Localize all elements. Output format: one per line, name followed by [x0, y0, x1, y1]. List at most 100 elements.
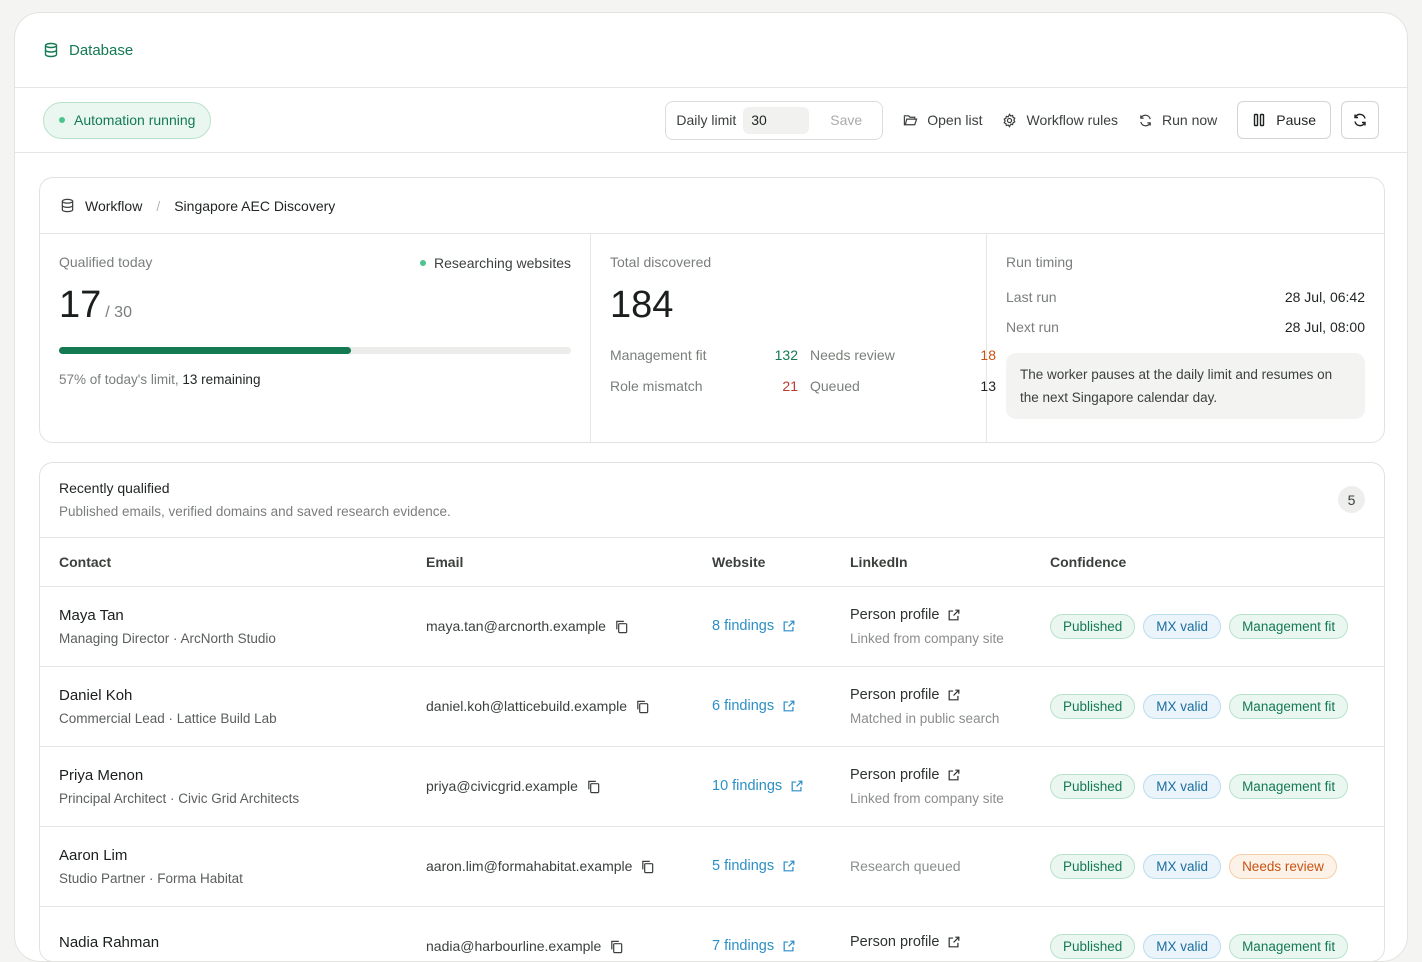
- website-findings-link[interactable]: 6 findings: [712, 698, 831, 714]
- qualified-count: 17: [59, 284, 102, 326]
- refresh-button[interactable]: [1341, 101, 1379, 139]
- app-window: Database Automation running Daily limit …: [14, 12, 1408, 962]
- contact-name: Aaron Lim: [59, 846, 128, 864]
- contact-email: aaron.lim@formahabitat.example: [426, 858, 633, 874]
- linkedin-profile-label: Person profile: [850, 766, 940, 783]
- linkedin-profile-label: Person profile: [850, 686, 940, 703]
- copy-icon[interactable]: [640, 859, 655, 874]
- qualified-progress-bar: [59, 347, 571, 354]
- contact-name: Priya Menon: [59, 766, 144, 784]
- email-cell: daniel.koh@latticebuild.example: [407, 666, 693, 747]
- copy-icon[interactable]: [614, 619, 629, 634]
- automation-status-badge: Automation running: [43, 101, 212, 139]
- website-findings-link[interactable]: 10 findings: [712, 778, 831, 794]
- linkedin-cell: Person profile Linked from company site: [831, 746, 1031, 827]
- workflow-rules-button[interactable]: Workflow rules: [1002, 112, 1118, 128]
- table-row[interactable]: Maya Tan Managing Director · ArcNorth Stu…: [40, 586, 1384, 667]
- table-row[interactable]: Priya Menon Principal Architect · Civic G…: [40, 746, 1384, 827]
- daily-limit-control: Daily limit Save: [665, 100, 884, 140]
- linkedin-profile-label: Person profile: [850, 606, 940, 623]
- workflow-icon: [60, 198, 75, 213]
- confidence-cell: Published MX valid Needs review: [1031, 826, 1384, 907]
- website-cell: 7 findings: [693, 906, 831, 961]
- pause-icon: [1252, 113, 1266, 127]
- pause-button[interactable]: Pause: [1237, 101, 1331, 139]
- database-icon: [43, 42, 59, 58]
- open-list-button[interactable]: Open list: [903, 112, 982, 128]
- role-mismatch-count: 21: [782, 378, 798, 394]
- contact-name: Daniel Koh: [59, 686, 133, 704]
- linkedin-status: Research queued: [850, 858, 961, 874]
- stats-row: Qualified today Researching websites 17/…: [40, 234, 1384, 442]
- confidence-badge: Management fit: [1229, 693, 1349, 719]
- confidence-cell: Published MX valid Management fit: [1031, 666, 1384, 747]
- confidence-badge: MX valid: [1143, 693, 1222, 719]
- table-row[interactable]: Nadia Rahman nadia@harbourline.example 7 f…: [40, 906, 1384, 961]
- linkedin-profile-link[interactable]: Person profile: [850, 607, 1031, 623]
- run-timing-label: Run timing: [1006, 254, 1073, 270]
- total-discovered-panel: Total discovered 184 Management fit 132 …: [591, 234, 996, 442]
- contact-role: Commercial Lead · Lattice Build Lab: [59, 710, 277, 726]
- breadcrumb-workflow[interactable]: Workflow: [85, 198, 142, 214]
- run-timing-panel: Run timing Last run 28 Jul, 06:42 Next r…: [987, 234, 1384, 442]
- contact-cell: Priya Menon Principal Architect · Civic G…: [40, 746, 407, 827]
- column-email: Email: [407, 538, 693, 587]
- contacts-table: Contact Email Website LinkedIn Confidenc…: [40, 538, 1384, 961]
- external-link-icon: [782, 859, 796, 873]
- qualified-limit: / 30: [105, 304, 132, 321]
- website-cell: 6 findings: [693, 666, 831, 747]
- linkedin-profile-link[interactable]: Person profile: [850, 687, 1031, 703]
- folder-icon: [903, 113, 918, 128]
- daily-limit-label: Daily limit: [676, 112, 737, 128]
- run-now-button[interactable]: Run now: [1138, 112, 1217, 128]
- website-findings-label: 8 findings: [712, 618, 775, 634]
- status-dot-icon: [420, 260, 427, 266]
- recently-qualified-card: Recently qualified Published emails, ver…: [39, 462, 1385, 961]
- confidence-badge: Management fit: [1229, 773, 1349, 799]
- confidence-badge: Published: [1050, 693, 1136, 719]
- database-nav[interactable]: Database: [43, 42, 133, 59]
- linkedin-profile-link[interactable]: Person profile: [850, 767, 1031, 783]
- daily-limit-input[interactable]: [743, 106, 810, 134]
- copy-icon[interactable]: [635, 699, 650, 714]
- table-row[interactable]: Daniel Koh Commercial Lead · Lattice Buil…: [40, 666, 1384, 747]
- last-run-row: Last run 28 Jul, 06:42: [1006, 289, 1365, 305]
- copy-icon[interactable]: [609, 939, 624, 954]
- contact-email: nadia@harbourline.example: [426, 938, 602, 954]
- management-fit-count: 132: [774, 347, 798, 363]
- qualified-summary-percent: 57% of today's limit,: [59, 372, 179, 387]
- website-findings-link[interactable]: 8 findings: [712, 618, 831, 634]
- website-findings-label: 10 findings: [712, 778, 783, 794]
- researching-status: Researching websites: [420, 255, 571, 271]
- linkedin-profile-link[interactable]: Person profile: [850, 934, 1031, 950]
- status-dot-icon: [59, 117, 65, 123]
- contact-role: Principal Architect · Civic Grid Archite…: [59, 790, 300, 806]
- contact-name: Nadia Rahman: [59, 934, 160, 951]
- pause-label: Pause: [1276, 112, 1316, 128]
- table-row[interactable]: Aaron Lim Studio Partner · Forma Habitat a…: [40, 826, 1384, 907]
- email-cell: aaron.lim@formahabitat.example: [407, 826, 693, 907]
- contact-cell: Nadia Rahman: [40, 906, 407, 961]
- confidence-badge: MX valid: [1143, 853, 1222, 879]
- website-findings-link[interactable]: 7 findings: [712, 938, 831, 954]
- website-findings-label: 6 findings: [712, 698, 775, 714]
- confidence-badge: Management fit: [1229, 933, 1349, 959]
- breadcrumb-separator: /: [156, 197, 161, 214]
- total-discovered-count: 184: [610, 284, 674, 326]
- website-findings-link[interactable]: 5 findings: [712, 858, 831, 874]
- copy-icon[interactable]: [586, 779, 601, 794]
- total-discovered-label: Total discovered: [610, 254, 712, 270]
- next-run-row: Next run 28 Jul, 08:00: [1006, 319, 1365, 335]
- confidence-badge: Needs review: [1229, 853, 1337, 879]
- contact-email: maya.tan@arcnorth.example: [426, 618, 606, 634]
- last-run-value: 28 Jul, 06:42: [1284, 289, 1365, 305]
- next-run-value: 28 Jul, 08:00: [1284, 319, 1365, 335]
- confidence-cell: Published MX valid Management fit: [1031, 906, 1384, 961]
- save-limit-button[interactable]: Save: [816, 112, 876, 128]
- confidence-badge: MX valid: [1143, 613, 1222, 639]
- contact-cell: Maya Tan Managing Director · ArcNorth Stu…: [40, 586, 407, 667]
- management-fit-label: Management fit: [610, 347, 707, 363]
- contact-name: Maya Tan: [59, 606, 124, 624]
- run-now-label: Run now: [1162, 112, 1218, 128]
- recently-qualified-title: Recently qualified: [59, 480, 170, 496]
